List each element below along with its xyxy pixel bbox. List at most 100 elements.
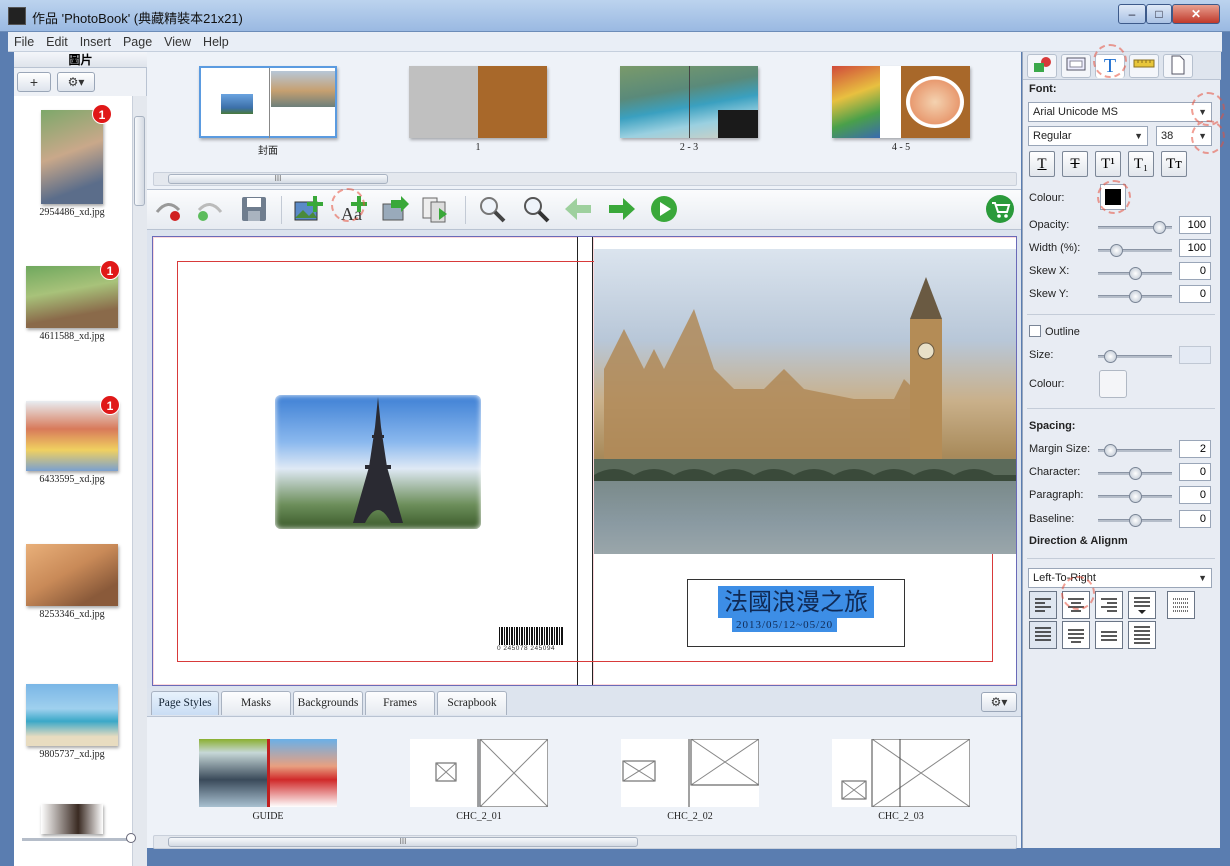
next-page-icon[interactable] — [607, 194, 637, 224]
photo-thumbnail[interactable] — [41, 804, 103, 834]
superscript-button[interactable]: T¹ — [1095, 151, 1121, 177]
spread-item[interactable]: 4 - 5 — [832, 66, 970, 158]
slider-knob[interactable] — [1104, 350, 1118, 363]
distribute-icon[interactable] — [1167, 591, 1195, 619]
skew-x-slider[interactable] — [1098, 267, 1172, 280]
slider-knob[interactable] — [1152, 221, 1166, 234]
outline-checkbox[interactable] — [1029, 325, 1041, 337]
menu-page[interactable]: Page — [117, 32, 158, 49]
photo-thumbnail[interactable] — [26, 684, 118, 746]
opacity-slider[interactable] — [1098, 221, 1172, 234]
previous-page-icon[interactable] — [563, 194, 593, 224]
align-left-icon[interactable] — [1029, 591, 1057, 619]
cover-date-text[interactable]: 2013/05/12~05/20 — [732, 618, 838, 632]
menu-insert[interactable]: Insert — [74, 32, 117, 49]
menu-edit[interactable]: Edit — [40, 32, 74, 49]
slider-knob[interactable] — [1104, 444, 1118, 457]
redo-icon[interactable] — [195, 194, 225, 224]
arrange-pages-icon[interactable] — [421, 194, 451, 224]
character-input[interactable]: 0 — [1179, 463, 1211, 481]
skew-x-input[interactable]: 0 — [1179, 262, 1211, 280]
page-style-item[interactable]: CHC_2_01 — [410, 739, 548, 823]
styles-scrollbar[interactable]: III — [153, 835, 1017, 849]
list-item[interactable]: 9805737_xd.jpg — [24, 684, 120, 760]
underline-button[interactable]: T — [1029, 151, 1055, 177]
page-style-item[interactable]: GUIDE — [199, 739, 337, 823]
close-button[interactable]: ✕ — [1172, 4, 1220, 24]
spread-thumbnail[interactable] — [832, 66, 970, 138]
list-item[interactable]: 8253346_xd.jpg — [24, 544, 120, 620]
justify-bottom-icon[interactable] — [1095, 621, 1123, 649]
undo-icon[interactable] — [153, 194, 183, 224]
slider-knob[interactable] — [1110, 244, 1124, 257]
tab-scrapbook[interactable]: Scrapbook — [437, 691, 507, 715]
cover-title-text[interactable]: 法國浪漫之旅 — [718, 586, 874, 618]
list-item[interactable]: 2954486_xd.jpg 1 — [24, 104, 120, 218]
menu-view[interactable]: View — [158, 32, 197, 49]
width-slider[interactable] — [1098, 244, 1172, 257]
font-family-select[interactable]: Arial Unicode MS ▼ — [1028, 102, 1212, 122]
strikethrough-button[interactable]: T — [1062, 151, 1088, 177]
skew-y-input[interactable]: 0 — [1179, 285, 1211, 303]
page-style-item[interactable]: CHC_2_02 — [621, 739, 759, 823]
library-gear-button[interactable]: ⚙▾ — [981, 692, 1017, 712]
preview-play-icon[interactable] — [649, 194, 679, 224]
spread-thumbnail[interactable] — [620, 66, 758, 138]
justify-middle-icon[interactable] — [1062, 621, 1090, 649]
photo-thumbnail[interactable] — [26, 544, 118, 606]
cover-title-frame[interactable]: 法國浪漫之旅 2013/05/12~05/20 — [687, 579, 905, 647]
photo-thumbnail[interactable] — [41, 110, 103, 204]
paragraph-slider[interactable] — [1098, 490, 1172, 503]
page-style-item[interactable]: CHC_2_03 — [832, 739, 970, 823]
add-photo-button[interactable]: + — [17, 72, 51, 92]
tab-frames[interactable]: Frames — [365, 691, 435, 715]
shopping-cart-icon[interactable] — [985, 194, 1015, 224]
ruler-tab-icon[interactable] — [1129, 54, 1159, 78]
width-input[interactable]: 100 — [1179, 239, 1211, 257]
menu-file[interactable]: File — [8, 32, 40, 49]
spread-thumbnail[interactable] — [199, 66, 337, 138]
slider-knob[interactable] — [1128, 467, 1142, 480]
scrollbar-thumb[interactable]: III — [168, 174, 388, 184]
subscript-button[interactable]: T₁ — [1128, 151, 1154, 177]
text-direction-select[interactable]: Left-To-Right ▼ — [1028, 568, 1212, 588]
slider-knob[interactable] — [1128, 514, 1142, 527]
align-bottom-icon[interactable] — [1128, 591, 1156, 619]
outline-size-input[interactable] — [1179, 346, 1211, 364]
small-caps-button[interactable]: Tт — [1161, 151, 1187, 177]
slider-knob[interactable] — [1128, 290, 1142, 303]
scrollbar-thumb[interactable] — [134, 116, 145, 206]
page-tab-icon[interactable] — [1163, 54, 1193, 78]
character-slider[interactable] — [1098, 467, 1172, 480]
font-style-select[interactable]: Regular ▼ — [1028, 126, 1148, 146]
london-westminster-photo[interactable] — [594, 249, 1016, 554]
replace-image-icon[interactable] — [381, 194, 411, 224]
shapes-tab-icon[interactable] — [1027, 54, 1057, 78]
zoom-out-icon[interactable] — [477, 194, 507, 224]
baseline-input[interactable]: 0 — [1179, 510, 1211, 528]
photo-list-scrollbar[interactable] — [132, 96, 147, 866]
list-item[interactable] — [24, 804, 120, 834]
outline-size-slider[interactable] — [1098, 350, 1172, 363]
list-item[interactable]: 6433595_xd.jpg 1 — [24, 395, 120, 485]
tab-page-styles[interactable]: Page Styles — [151, 691, 219, 715]
eiffel-tower-photo[interactable] — [275, 395, 481, 529]
thumbnail-size-slider[interactable] — [22, 833, 136, 843]
photos-gear-button[interactable]: ⚙▾ — [57, 72, 95, 92]
outline-colour-swatch[interactable] — [1099, 370, 1127, 398]
save-icon[interactable] — [239, 194, 269, 224]
add-image-icon[interactable] — [293, 194, 323, 224]
spread-item[interactable]: 1 — [409, 66, 547, 158]
spread-item[interactable]: 封面 — [199, 66, 337, 158]
list-item[interactable]: 4611588_xd.jpg 1 — [24, 260, 120, 342]
tab-masks[interactable]: Masks — [221, 691, 291, 715]
skew-y-slider[interactable] — [1098, 290, 1172, 303]
spread-scrollbar[interactable]: III — [153, 172, 1017, 186]
align-right-icon[interactable] — [1095, 591, 1123, 619]
justify-all-icon[interactable] — [1128, 621, 1156, 649]
slider-knob[interactable] — [126, 833, 136, 843]
tab-backgrounds[interactable]: Backgrounds — [293, 691, 363, 715]
spread-thumbnail[interactable] — [409, 66, 547, 138]
slider-knob[interactable] — [1128, 490, 1142, 503]
paragraph-input[interactable]: 0 — [1179, 486, 1211, 504]
